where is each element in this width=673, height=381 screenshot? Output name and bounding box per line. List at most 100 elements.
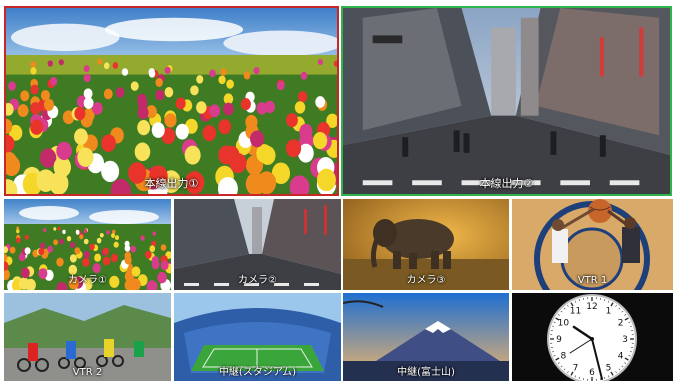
tulip-flower <box>226 79 234 89</box>
tulip-flower <box>164 113 177 128</box>
tulip-flower <box>24 247 31 255</box>
tulip-flower <box>16 229 20 234</box>
tulip-flower <box>57 226 61 231</box>
tulip-flower <box>30 84 39 95</box>
tulip-flower <box>92 263 101 274</box>
tulip-field-image <box>4 199 171 290</box>
tulip-flower <box>96 237 102 244</box>
tulip-flower <box>69 254 77 263</box>
tulip-flower <box>131 266 141 277</box>
relay-fuji-monitor[interactable]: 中継(富士山) <box>343 293 509 381</box>
tulip-flower <box>155 89 165 101</box>
tulip-flower <box>74 106 86 121</box>
city-street-image <box>174 199 341 290</box>
camera-2-monitor[interactable]: カメラ② <box>174 199 341 290</box>
tulip-flower <box>110 253 118 263</box>
tulip-flower <box>56 257 64 267</box>
vtr-1-monitor[interactable]: VTR 1 <box>512 199 673 290</box>
tulip-flower <box>130 245 136 253</box>
vtr-2-monitor[interactable]: VTR 2 <box>4 293 171 381</box>
tulip-flower <box>218 145 235 165</box>
clock-numeral: 10 <box>558 319 570 329</box>
tulip-flower <box>218 75 226 85</box>
tulip-flower <box>92 102 103 115</box>
tulip-flower <box>312 132 328 150</box>
tulip-flower <box>111 233 115 238</box>
tulip-field-image <box>6 8 337 194</box>
tulip-flower <box>103 62 110 70</box>
tulip-flower <box>74 128 88 145</box>
tulip-flower <box>151 260 160 270</box>
tulip-flower <box>83 97 94 109</box>
tulip-flower <box>184 145 201 165</box>
tulip-flower <box>223 102 234 116</box>
tulip-flower <box>83 238 89 245</box>
tulip-flower <box>102 256 111 266</box>
tulip-flower <box>218 119 232 135</box>
tulip-flower <box>164 66 171 74</box>
tulip-flower <box>74 247 81 255</box>
tulip-flower <box>286 113 298 128</box>
tulip-flower <box>9 246 16 254</box>
tulip-flower <box>70 241 76 248</box>
tulip-flower <box>39 242 46 249</box>
tulip-flower <box>149 245 156 253</box>
tulip-flower <box>202 125 217 142</box>
tulip-flower <box>101 160 120 183</box>
program-out-1-monitor[interactable]: 本線出力① <box>4 6 339 196</box>
tulip-flower <box>196 74 204 84</box>
tulip-flower <box>43 98 55 111</box>
tulip-flower <box>175 123 189 140</box>
tulip-flower <box>190 85 199 96</box>
tulip-flower <box>53 239 58 246</box>
tulip-flower <box>160 244 167 251</box>
tulip-flower <box>276 80 285 91</box>
clock-numeral: 12 <box>586 302 597 312</box>
tulip-flower <box>68 264 78 275</box>
tulip-flower <box>209 69 216 78</box>
tulip-flower <box>185 171 205 194</box>
program-out-2-monitor[interactable]: 本線出力② <box>341 6 672 196</box>
mount-fuji-image <box>343 293 509 381</box>
tulip-flower <box>20 90 30 102</box>
basketball-image <box>512 199 673 290</box>
tulip-flower <box>209 104 221 118</box>
tulip-flower <box>43 228 47 233</box>
tulip-flower <box>58 59 64 66</box>
tulip-flower <box>196 101 207 114</box>
tulip-flower <box>112 62 119 69</box>
tulip-flower <box>101 134 116 152</box>
clock-numeral: 1 <box>606 306 612 316</box>
clock-numeral: 11 <box>570 306 581 316</box>
tulip-flower <box>30 67 37 75</box>
tulip-flower <box>130 81 139 91</box>
tulip-flower <box>49 76 58 86</box>
tulip-flower <box>128 162 147 184</box>
tulip-flower <box>264 100 276 114</box>
tulip-flower <box>315 96 326 108</box>
tulip-flower <box>317 59 323 66</box>
tulip-flower <box>243 71 251 80</box>
tulip-flower <box>148 68 155 76</box>
tulip-flower <box>38 248 45 256</box>
tulip-flower <box>134 142 151 162</box>
tulip-flower <box>151 122 165 138</box>
tulip-flower <box>17 104 29 118</box>
tulip-flower <box>155 77 163 88</box>
tulip-flower <box>220 68 227 76</box>
camera-3-monitor[interactable]: カメラ③ <box>343 199 509 290</box>
tulip-flower <box>121 68 129 76</box>
tulip-flower <box>75 229 80 234</box>
tulip-flower <box>8 81 16 91</box>
tulip-flower <box>83 250 91 259</box>
tulip-flower <box>30 119 44 135</box>
tulip-flower <box>38 268 48 279</box>
tulip-flower <box>106 230 110 235</box>
relay-stadium-monitor[interactable]: 中継(スタジアム) <box>174 293 341 381</box>
camera-1-monitor[interactable]: カメラ① <box>4 199 171 290</box>
clock-numeral: 9 <box>556 335 562 345</box>
clock-monitor[interactable]: 12 1 2 3 4 5 6 7 8 9 10 11 <box>512 293 673 381</box>
clock-numeral: 8 <box>561 352 567 362</box>
tulip-flower <box>62 229 66 234</box>
tulip-flower <box>68 277 79 290</box>
